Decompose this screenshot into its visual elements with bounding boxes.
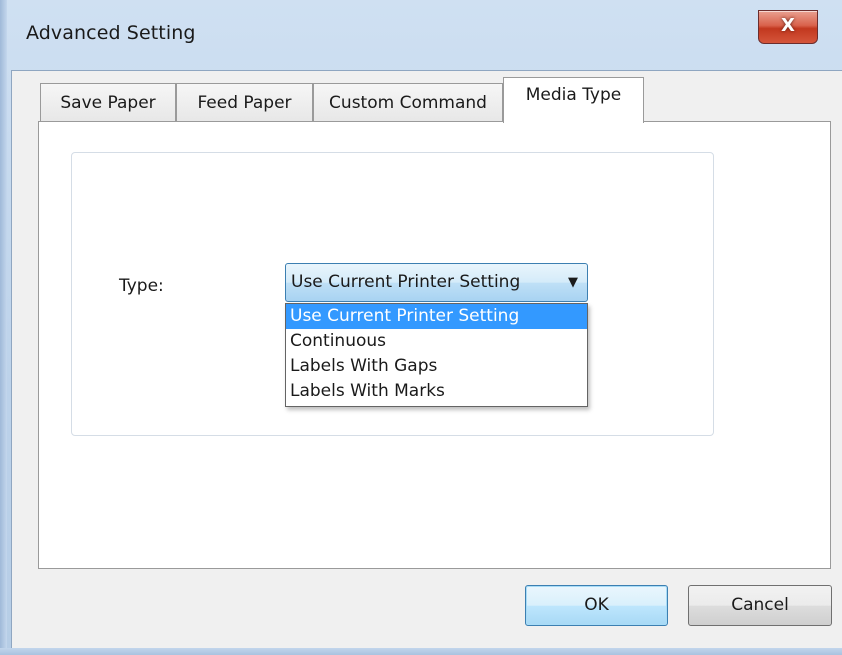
type-dropdown[interactable]: Use Current Printer Setting ▼ xyxy=(285,263,588,302)
dropdown-option-use-current-printer-setting[interactable]: Use Current Printer Setting xyxy=(286,304,587,329)
tab-custom-command[interactable]: Custom Command xyxy=(313,83,503,122)
cancel-button[interactable]: Cancel xyxy=(688,585,832,626)
cancel-button-label: Cancel xyxy=(731,595,789,615)
tab-save-paper[interactable]: Save Paper xyxy=(40,83,176,122)
tab-media-type[interactable]: Media Type xyxy=(503,77,644,123)
dropdown-option-labels-with-gaps[interactable]: Labels With Gaps xyxy=(286,354,587,379)
type-dropdown-value: Use Current Printer Setting xyxy=(291,272,521,292)
type-dropdown-list: Use Current Printer Setting Continuous L… xyxy=(285,303,588,407)
ok-button-label: OK xyxy=(584,595,609,615)
window-title: Advanced Setting xyxy=(26,22,196,44)
window-frame-bottom xyxy=(0,648,842,655)
ok-button[interactable]: OK xyxy=(525,585,668,626)
tab-label: Custom Command xyxy=(329,93,487,113)
tab-label: Media Type xyxy=(525,85,622,105)
close-button[interactable]: X xyxy=(758,10,818,44)
dropdown-option-continuous[interactable]: Continuous xyxy=(286,329,587,354)
close-icon: X xyxy=(781,15,795,36)
window-frame-left xyxy=(0,0,7,655)
tab-label: Feed Paper xyxy=(197,93,292,113)
media-type-panel: Type: Use Current Printer Setting ▼ Use … xyxy=(38,121,831,569)
dialog-window: Advanced Setting X Save Paper Feed Paper… xyxy=(0,0,842,655)
dialog-client-area: Save Paper Feed Paper Custom Command Med… xyxy=(11,70,842,648)
tab-label: Save Paper xyxy=(60,93,156,113)
chevron-down-icon[interactable]: ▼ xyxy=(568,264,578,301)
type-label: Type: xyxy=(119,276,164,296)
dropdown-option-labels-with-marks[interactable]: Labels With Marks xyxy=(286,379,587,404)
tab-feed-paper[interactable]: Feed Paper xyxy=(176,83,313,122)
